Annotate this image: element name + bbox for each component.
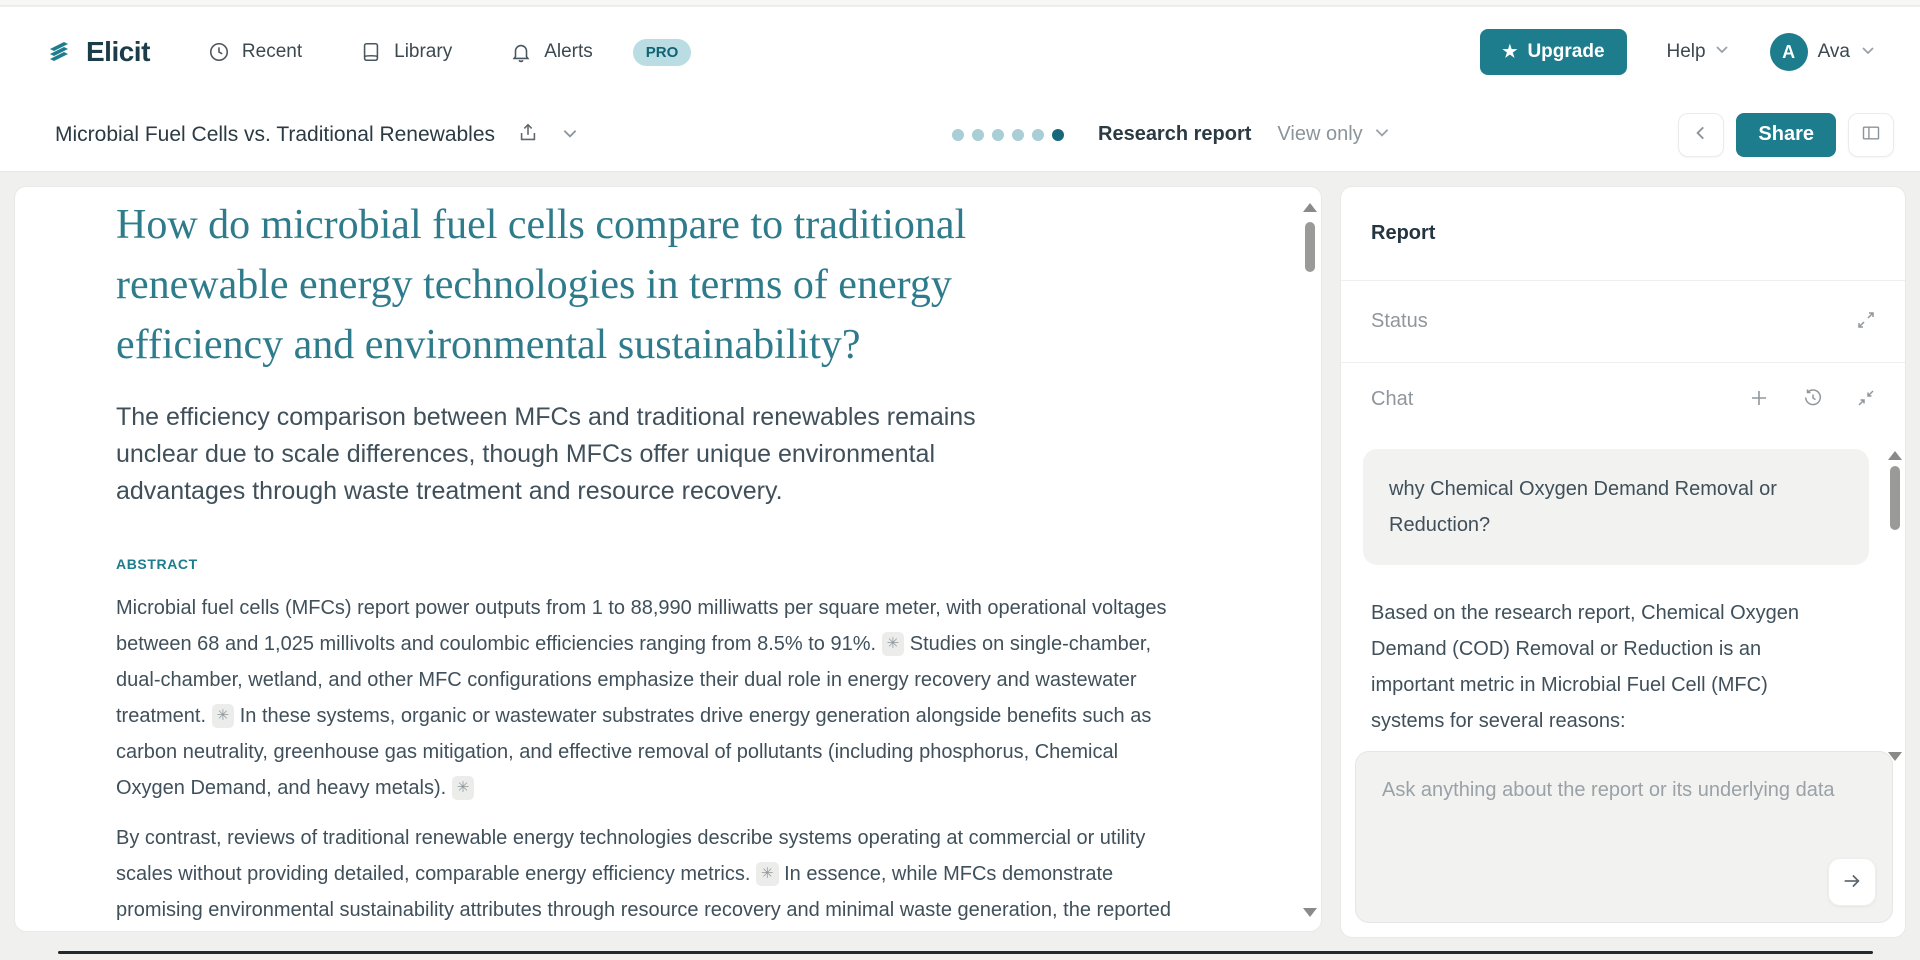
nav-item-label: Recent (242, 41, 302, 63)
view-mode-label: View only (1277, 123, 1362, 146)
report-heading: How do microbial fuel cells compare to t… (116, 195, 1201, 375)
window-bottom-edge (58, 951, 1873, 954)
citation-marker[interactable]: ✳ (756, 862, 779, 886)
main-area: How do microbial fuel cells compare to t… (0, 172, 1920, 960)
document-toolbar: Microbial Fuel Cells vs. Traditional Ren… (0, 97, 1920, 172)
collapse-button[interactable] (1857, 389, 1875, 410)
view-mode-dropdown[interactable]: View only (1277, 123, 1390, 146)
scrollbar-thumb[interactable] (1890, 466, 1900, 530)
scroll-down-arrow[interactable] (1303, 908, 1317, 917)
panel-title: Report (1371, 222, 1435, 245)
citation-marker[interactable]: ✳ (882, 632, 905, 656)
back-button[interactable] (1678, 113, 1724, 157)
progress-dot (952, 129, 964, 141)
nav-item-recent[interactable]: Recent (208, 41, 302, 63)
star-icon: ★ (1502, 42, 1517, 62)
scroll-up-arrow[interactable] (1303, 203, 1317, 212)
status-label: Status (1371, 310, 1428, 333)
elicit-logo-text: Elicit (86, 36, 150, 68)
progress-dot (992, 129, 1004, 141)
nav-item-label: Alerts (544, 41, 593, 63)
assistant-chat-message: Based on the research report, Chemical O… (1371, 595, 1823, 739)
chevron-down-icon (1373, 123, 1391, 146)
chat-input[interactable] (1356, 752, 1892, 922)
chevron-down-icon (561, 124, 579, 145)
abstract-paragraph: Microbial fuel cells (MFCs) report power… (116, 590, 1186, 806)
report-subtitle: The efficiency comparison between MFCs a… (116, 399, 1201, 510)
chevron-down-icon (1860, 42, 1876, 63)
share-button[interactable]: Share (1736, 113, 1836, 157)
window-top-edge (0, 0, 1920, 6)
chat-scrollbar[interactable] (1887, 451, 1903, 761)
scroll-up-arrow[interactable] (1888, 451, 1902, 460)
pro-badge: PRO (633, 39, 692, 66)
chat-history-button[interactable] (1803, 388, 1823, 411)
user-menu[interactable]: A Ava (1770, 33, 1876, 71)
progress-dot (1032, 129, 1044, 141)
nav-item-label: Library (394, 41, 452, 63)
chat-section-header: Chat (1341, 363, 1905, 435)
help-label: Help (1667, 41, 1706, 63)
user-chat-message: why Chemical Oxygen Demand Removal or Re… (1363, 449, 1869, 565)
nav-item-alerts[interactable]: Alerts (510, 41, 593, 63)
avatar: A (1770, 33, 1808, 71)
document-title: Microbial Fuel Cells vs. Traditional Ren… (55, 123, 495, 147)
chevron-left-icon (1692, 124, 1710, 145)
title-menu-button[interactable] (561, 124, 579, 145)
expand-icon (1857, 311, 1875, 332)
collapse-icon (1857, 389, 1875, 410)
abstract-paragraph: By contrast, reviews of traditional rene… (116, 820, 1186, 932)
progress-dots (952, 129, 1064, 141)
share-export-icon (517, 122, 539, 147)
chat-input-container (1355, 751, 1893, 923)
progress-dot (1012, 129, 1024, 141)
upgrade-label: Upgrade (1527, 41, 1604, 63)
arrow-right-icon (1841, 870, 1863, 895)
report-side-panel: Report Status Chat (1340, 186, 1906, 938)
citation-marker[interactable]: ✳ (452, 776, 475, 800)
user-name: Ava (1818, 41, 1850, 63)
elicit-logo[interactable]: Elicit (44, 35, 150, 70)
mode-label: Research report (1098, 123, 1251, 146)
top-navbar: Elicit Recent Library A (0, 7, 1920, 97)
elicit-logo-icon (44, 35, 74, 70)
panel-toggle-button[interactable] (1848, 113, 1894, 157)
new-chat-button[interactable] (1749, 388, 1769, 411)
send-button[interactable] (1828, 858, 1876, 906)
book-icon (360, 41, 382, 63)
progress-dot (1052, 129, 1064, 141)
citation-marker[interactable]: ✳ (212, 704, 235, 728)
help-menu[interactable]: Help (1667, 41, 1730, 63)
chat-label: Chat (1371, 388, 1413, 411)
status-section[interactable]: Status (1341, 281, 1905, 363)
bell-icon (510, 41, 532, 63)
nav-item-library[interactable]: Library (360, 41, 452, 63)
sidebar-layout-icon (1861, 123, 1881, 146)
chat-messages: why Chemical Oxygen Demand Removal or Re… (1341, 437, 1906, 767)
clock-icon (208, 41, 230, 63)
report-document: How do microbial fuel cells compare to t… (14, 186, 1322, 932)
history-icon (1803, 388, 1823, 411)
export-button[interactable] (517, 122, 539, 147)
scrollbar-thumb[interactable] (1305, 222, 1315, 272)
expand-button[interactable] (1857, 311, 1875, 332)
plus-icon (1749, 388, 1769, 411)
upgrade-button[interactable]: ★ Upgrade (1480, 29, 1626, 75)
abstract-section-label: ABSTRACT (116, 556, 1201, 572)
chevron-down-icon (1714, 41, 1730, 63)
progress-dot (972, 129, 984, 141)
document-scrollbar[interactable] (1302, 203, 1318, 917)
